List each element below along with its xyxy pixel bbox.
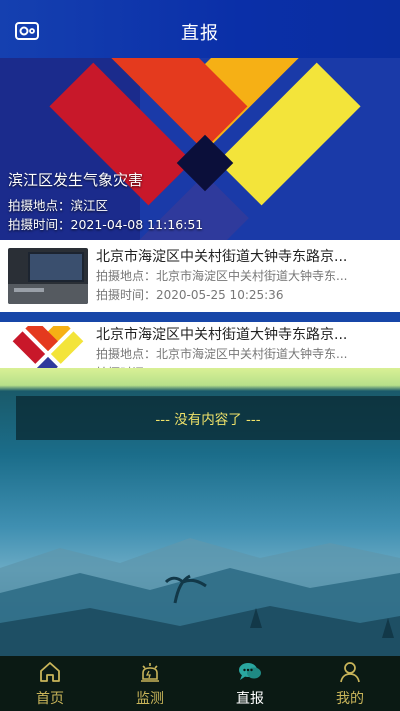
top-bar: 直报 xyxy=(0,0,400,64)
nav-report[interactable]: 直报 xyxy=(200,656,300,711)
hero-banner[interactable]: 滨江区发生气象灾害 拍摄地点：滨江区 拍摄时间：2021-04-08 11:16… xyxy=(0,58,400,240)
list-item-time: 拍摄时间：2020-05-25 10:25:36 xyxy=(96,288,284,302)
user-icon xyxy=(340,661,360,682)
page-title: 直报 xyxy=(181,23,219,44)
nav-report-label: 直报 xyxy=(236,690,264,707)
nav-monitor-label: 监测 xyxy=(136,690,164,707)
hero-title: 滨江区发生气象灾害 xyxy=(8,171,144,189)
bottom-nav: 首页 监测 直报 我的 xyxy=(0,656,400,711)
hero-time: 拍摄时间：2021-04-08 11:16:51 xyxy=(8,217,204,232)
camera-button[interactable] xyxy=(14,20,40,42)
list-item[interactable]: 北京市海淀区中关村街道大钟寺东路京... 拍摄地点：北京市海淀区中关村街道大钟寺… xyxy=(0,240,400,312)
empty-state-bar: --- 没有内容了 --- xyxy=(16,396,400,440)
list-item-location: 拍摄地点：北京市海淀区中关村街道大钟寺东... xyxy=(96,269,348,283)
empty-state-text: --- 没有内容了 --- xyxy=(155,412,261,428)
list-item-title: 北京市海淀区中关村街道大钟寺东路京... xyxy=(96,327,348,343)
list-item-thumbnail xyxy=(8,248,88,304)
list-item-title: 北京市海淀区中关村街道大钟寺东路京... xyxy=(96,249,348,265)
divider xyxy=(0,312,400,322)
list-item-location: 拍摄地点：北京市海淀区中关村街道大钟寺东... xyxy=(96,347,348,361)
nav-home-label: 首页 xyxy=(36,690,64,707)
nav-monitor[interactable]: 监测 xyxy=(100,656,200,711)
home-icon xyxy=(40,661,60,682)
chat-icon xyxy=(239,662,261,680)
hero-location: 拍摄地点：滨江区 xyxy=(8,198,109,213)
monitor-icon xyxy=(141,662,159,682)
nav-profile[interactable]: 我的 xyxy=(300,656,400,711)
nav-home[interactable]: 首页 xyxy=(0,656,100,711)
nav-profile-label: 我的 xyxy=(336,690,364,707)
hero-caption: 滨江区发生气象灾害 拍摄地点：滨江区 拍摄时间：2021-04-08 11:16… xyxy=(8,169,203,234)
camera-icon xyxy=(15,22,39,40)
